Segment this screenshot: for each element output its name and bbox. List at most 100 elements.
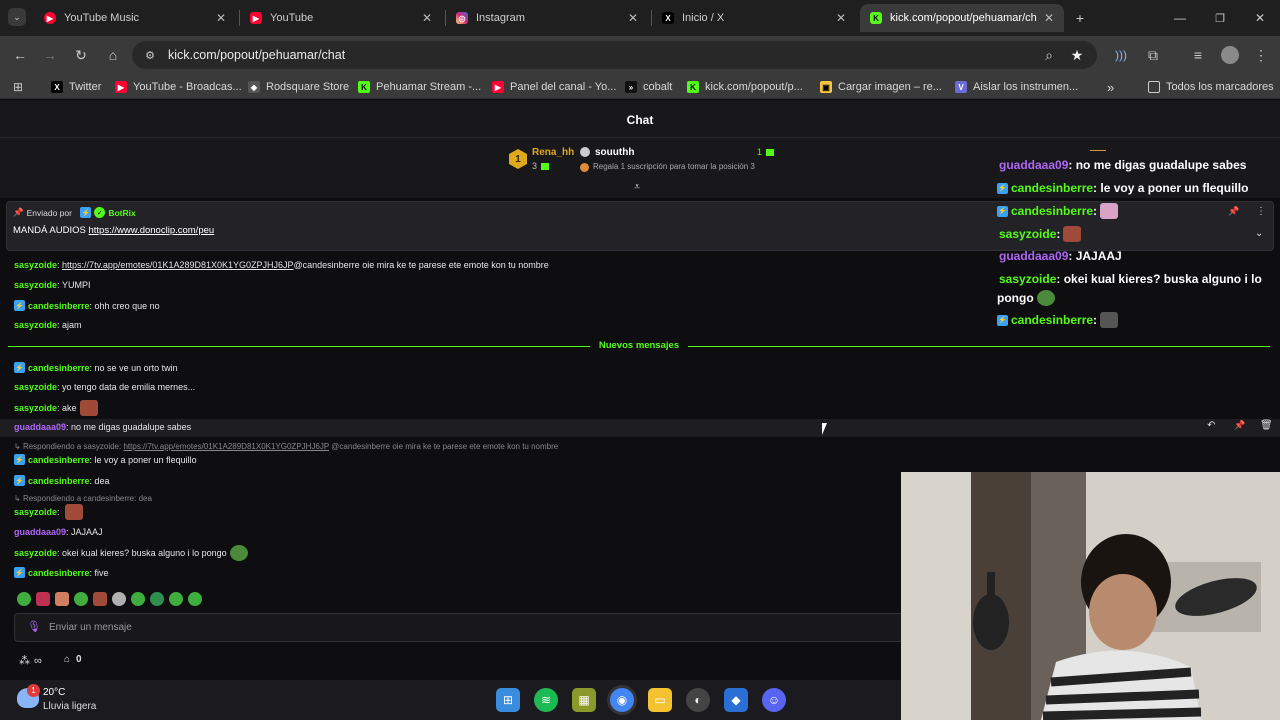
minimize-icon[interactable]: — [1170,8,1190,28]
hovered-row-bg [0,419,1280,437]
leader-first-user[interactable]: Rena_hh [532,147,574,158]
delete-icon[interactable]: 🗑 [1260,420,1273,431]
weather-desc[interactable]: Lluvia ligera [43,701,96,712]
close-icon[interactable]: ✕ [1044,11,1054,25]
cobalt-icon: » [625,81,637,93]
tab-kick-chat[interactable]: K kick.com/popout/pehuamar/ch ✕ [860,4,1064,32]
channel-points[interactable]: ⁂ ∞ [19,654,42,668]
tab-x[interactable]: X Inicio / X ✕ [652,4,856,32]
collapse-chevron-icon[interactable]: ⩡ [634,181,640,194]
bookmark-youtube-broadcast[interactable]: ▶ YouTube - Broadcas... [115,79,242,95]
menu-icon[interactable]: ⋮ [1251,45,1271,65]
bookmark-rodsquare[interactable]: ◆ Rodsquare Store [248,79,349,95]
close-icon[interactable]: ✕ [836,11,846,25]
extension-wave-icon[interactable]: ))) [1111,45,1131,65]
chat-message: ⚡ candesinberre: le voy a poner un flequi… [14,454,197,465]
bookmark-twitter[interactable]: X Twitter [51,79,101,95]
message-input-placeholder[interactable]: Enviar un mensaje [49,622,132,633]
chat-message: sasyzoide: ake [14,400,98,416]
chat-username[interactable]: candesinberre [28,476,90,486]
all-bookmarks[interactable]: Todos los marcadores [1148,79,1274,95]
chat-username[interactable]: sasyzoide [14,403,57,413]
chat-username[interactable]: candesinberre [28,568,90,578]
expand-chevron-icon[interactable]: ⌄ [1255,228,1263,239]
chat-username[interactable]: guaddaaa09 [14,422,66,432]
url-text[interactable]: kick.com/popout/pehuamar/chat [168,48,345,62]
tab-search-chevron-icon[interactable]: ⌄ [8,8,26,26]
app-icon[interactable]: ▦ [572,688,596,712]
emote-button[interactable] [150,592,164,606]
emote-button[interactable] [93,592,107,606]
reply-icon[interactable]: ↶ [1207,420,1215,431]
message-text: no se ve un orto twin [94,362,178,373]
emote-button[interactable] [74,592,88,606]
gift-counter[interactable]: ⌂ 0 [64,654,82,665]
emote-button[interactable] [169,592,183,606]
leader-second-user[interactable]: souuthh [595,147,634,158]
chat-username[interactable]: sasyzoide [14,280,57,290]
bookmark-cobalt[interactable]: » cobalt [625,79,672,95]
pinned-bot-user[interactable]: BotRix [108,208,135,218]
pin-message-icon[interactable]: 📌 [1234,420,1245,431]
zoom-icon[interactable]: ⌕ [1039,45,1059,65]
chat-username[interactable]: candesinberre [28,301,90,311]
chat-username[interactable]: sasyzoide [14,548,57,558]
bookmark-panel-canal[interactable]: ▶ Panel del canal - Yo... [492,79,616,95]
more-options-icon[interactable]: ⋮ [1256,206,1266,217]
chat-username[interactable]: sasyzoide [14,507,57,517]
windows-start-icon[interactable]: ⊞ [496,688,520,712]
tab-youtube-music[interactable]: ▶ YouTube Music ✕ [34,4,236,32]
close-icon[interactable]: ✕ [422,11,432,25]
overlay-message: sasyzoide: okei kual kieres? buska algun… [999,272,1262,286]
chat-username[interactable]: candesinberre [28,363,90,373]
pinned-link[interactable]: https://www.donoclip.com/peu [89,225,215,236]
microphone-icon[interactable]: 🎙 [27,620,41,633]
more-bookmarks-icon[interactable]: » [1107,79,1114,95]
emote-button[interactable] [55,592,69,606]
message-link[interactable]: https://7tv.app/emotes/01K1A289D81X0K1YG… [62,260,293,270]
chrome-icon[interactable]: ◉ [610,688,634,712]
chat-username[interactable]: sasyzoide [14,382,57,392]
tab-youtube[interactable]: ▶ YouTube ✕ [240,4,442,32]
chat-message: ⚡ candesinberre: five [14,567,109,578]
close-icon[interactable]: ✕ [628,11,638,25]
restore-icon[interactable]: ❐ [1210,8,1230,28]
chat-username[interactable]: candesinberre [28,455,90,465]
reload-icon[interactable]: ↻ [71,45,91,65]
pin-action-icon[interactable]: 📌 [1228,206,1239,217]
close-icon[interactable]: ✕ [216,11,226,25]
profile-avatar[interactable] [1221,46,1239,64]
extensions-icon[interactable]: ⧉ [1143,45,1163,65]
emote-button[interactable] [112,592,126,606]
emote-button[interactable] [36,592,50,606]
bookmark-cargar-imagen[interactable]: ▣ Cargar imagen – re... [820,79,942,95]
chat-username[interactable]: sasyzoide [14,260,57,270]
forward-icon[interactable]: → [40,45,60,65]
chat-username[interactable]: guaddaaa09 [14,527,66,537]
tab-instagram[interactable]: ◎ Instagram ✕ [446,4,648,32]
bookmark-aislar[interactable]: V Aislar los instrumen... [955,79,1078,95]
media-control-icon[interactable]: ≡ [1188,45,1208,65]
file-explorer-icon[interactable]: ▭ [648,688,672,712]
apps-grid-icon[interactable]: ⊞ [8,77,28,97]
emote-button[interactable] [131,592,145,606]
obs-icon[interactable]: ◐ [686,688,710,712]
emote-button[interactable] [17,592,31,606]
home-icon[interactable]: ⌂ [103,45,123,65]
bookmark-kick-popout[interactable]: Kkick.com/popout/p... [687,79,803,95]
streamlabs-icon[interactable]: ◆ [724,688,748,712]
back-icon[interactable]: ← [10,45,30,65]
weather-temp[interactable]: 20°C [43,687,65,698]
reply-link[interactable]: https://7tv.app/emotes/01K1A289D81X0K1YG… [123,442,329,451]
chat-username[interactable]: sasyzoide [14,320,57,330]
site-info-icon[interactable]: ⚙ [140,45,160,65]
bookmark-pehuamar-stream[interactable]: K Pehuamar Stream -... [358,79,481,95]
emote-button[interactable] [188,592,202,606]
chat-input-box[interactable] [14,613,904,642]
discord-icon[interactable]: ☺ [762,688,786,712]
new-tab-icon[interactable]: + [1070,8,1090,28]
window-close-icon[interactable]: ✕ [1250,8,1270,28]
chat-message-hovered[interactable]: guaddaaa09: no me digas guadalupe sabes [14,422,191,432]
spotify-icon[interactable]: ≋ [534,688,558,712]
bookmark-star-icon[interactable]: ★ [1067,45,1087,65]
